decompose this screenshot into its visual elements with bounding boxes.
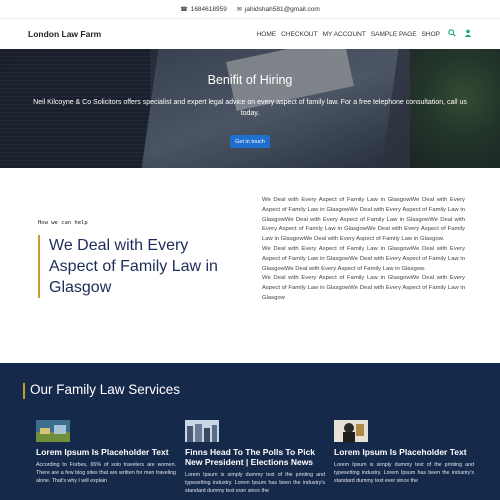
- about-headline: We Deal with Every Aspect of Family Law …: [38, 235, 238, 298]
- nav-shop[interactable]: SHOP: [422, 31, 440, 38]
- services-section: Our Family Law Services Lorem Ipsum Is P…: [0, 363, 500, 500]
- about-paragraph: We Deal with Every Aspect of Family Law …: [262, 245, 465, 272]
- phone-contact[interactable]: ☎ 1684618959: [180, 6, 227, 13]
- nav-sample-page[interactable]: SAMPLE PAGE: [371, 31, 417, 38]
- main-nav: HOME CHECKOUT MY ACCOUNT SAMPLE PAGE SHO…: [257, 29, 472, 39]
- email-contact[interactable]: ✉ jahidshah581@gmail.com: [237, 6, 320, 13]
- service-card[interactable]: Lorem Ipsum Is Placeholder Text Accordin…: [36, 420, 176, 485]
- phone-icon: ☎: [180, 6, 188, 13]
- service-card-text: According to Forbes, 65% of solo travele…: [36, 462, 176, 484]
- get-in-touch-button[interactable]: Get in touch: [230, 135, 270, 148]
- service-card[interactable]: Finns Head To The Polls To Pick New Pres…: [185, 420, 325, 495]
- email-address: jahidshah581@gmail.com: [244, 5, 320, 13]
- service-thumbnail: [36, 420, 70, 442]
- service-card-text: Lorem Ipsum is simply dummy text of the …: [185, 472, 325, 494]
- nav-home[interactable]: HOME: [257, 31, 277, 38]
- nav-my-account[interactable]: MY ACCOUNT: [323, 31, 366, 38]
- service-card[interactable]: Lorem Ipsum Is Placeholder Text Lorem Ip…: [334, 420, 474, 485]
- hero-text: Neil Kilcoyne & Co Solicitors offers spe…: [33, 99, 467, 117]
- service-thumbnail: [334, 420, 368, 442]
- hero-title: Benifit of Hiring: [207, 73, 293, 87]
- service-thumbnail: [185, 420, 219, 442]
- service-card-title[interactable]: Lorem Ipsum Is Placeholder Text: [36, 447, 176, 457]
- site-logo[interactable]: London Law Farm: [28, 29, 101, 39]
- phone-number: 1684618959: [190, 5, 227, 13]
- services-title: Our Family Law Services: [22, 382, 181, 399]
- envelope-icon: ✉: [236, 6, 242, 13]
- about-paragraph: We Deal with Every Aspect of Family Law …: [262, 197, 465, 243]
- user-icon[interactable]: [464, 29, 472, 39]
- nav-checkout[interactable]: CHECKOUT: [281, 31, 317, 38]
- top-contact-bar: ☎ 1684618959 ✉ jahidshah581@gmail.com: [0, 0, 500, 18]
- hero-banner: Benifit of Hiring Neil Kilcoyne & Co Sol…: [0, 49, 500, 168]
- about-section: How we can help We Deal with Every Aspec…: [0, 168, 500, 363]
- about-text: We Deal with Every Aspect of Family Law …: [262, 196, 465, 304]
- service-card-text: Lorem Ipsum is simply dummy text of the …: [334, 462, 474, 484]
- section-eyebrow: How we can help: [38, 220, 88, 226]
- service-card-title[interactable]: Finns Head To The Polls To Pick New Pres…: [185, 447, 325, 467]
- service-card-title[interactable]: Lorem Ipsum Is Placeholder Text: [334, 447, 474, 457]
- about-paragraph: We Deal with Every Aspect of Family Law …: [262, 275, 465, 301]
- search-icon[interactable]: [448, 29, 456, 39]
- site-header: London Law Farm HOME CHECKOUT MY ACCOUNT…: [0, 18, 500, 49]
